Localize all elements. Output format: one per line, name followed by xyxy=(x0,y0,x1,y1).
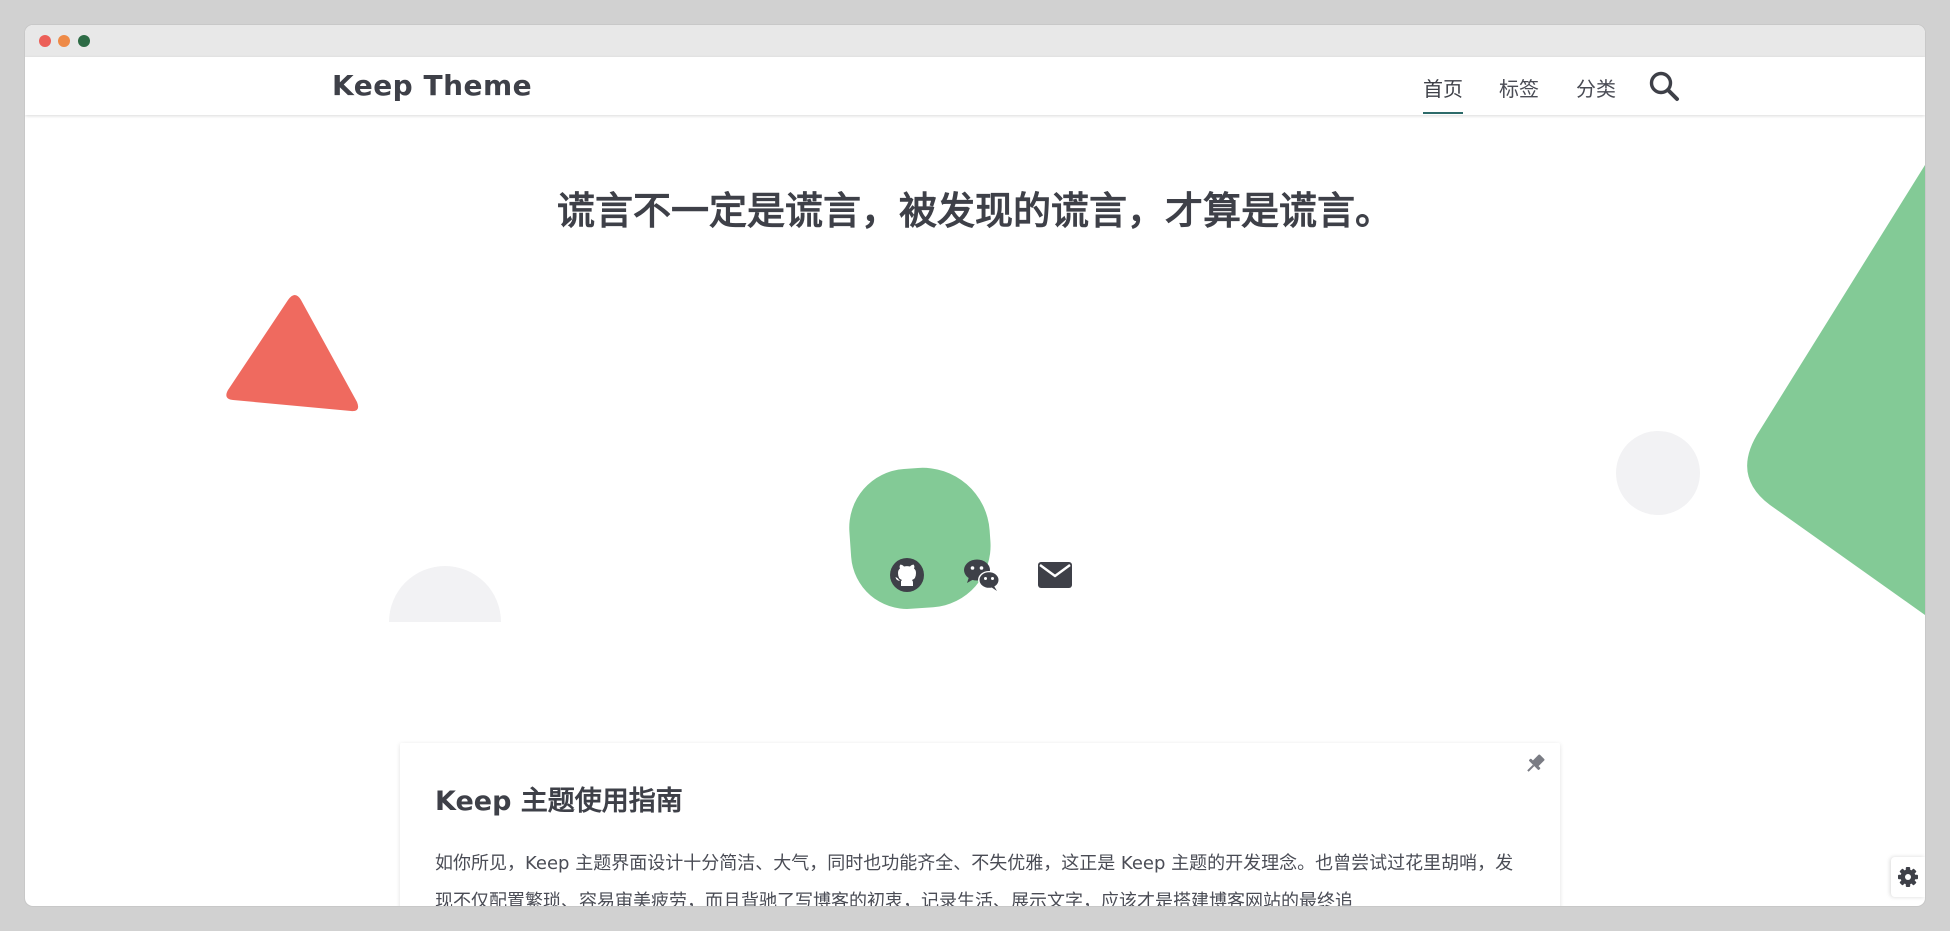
wechat-icon[interactable] xyxy=(961,555,1001,595)
post-card: Keep 主题使用指南 如你所见，Keep 主题界面设计十分简洁、大气，同时也功… xyxy=(400,743,1560,906)
github-icon[interactable] xyxy=(887,555,927,595)
browser-window: Keep Theme 首页 标签 分类 谎言不一定是谎言，被发现的谎言，才算是谎… xyxy=(25,25,1925,906)
nav-item-home[interactable]: 首页 xyxy=(1423,73,1463,114)
grey-semicircle-decoration xyxy=(389,566,501,622)
site-header: Keep Theme 首页 标签 分类 xyxy=(25,57,1925,115)
hero-quote: 谎言不一定是谎言，被发现的谎言，才算是谎言。 xyxy=(556,189,1393,233)
active-nav-indicator xyxy=(1423,112,1463,114)
pin-icon xyxy=(1522,751,1548,777)
post-title[interactable]: Keep 主题使用指南 xyxy=(435,779,683,818)
maximize-window-button[interactable] xyxy=(78,35,90,47)
minimize-window-button[interactable] xyxy=(58,35,70,47)
mail-icon[interactable] xyxy=(1035,555,1075,595)
nav-item-tags[interactable]: 标签 xyxy=(1499,73,1539,102)
site-title[interactable]: Keep Theme xyxy=(332,69,532,102)
settings-button[interactable] xyxy=(1891,857,1925,897)
post-excerpt: 如你所见，Keep 主题界面设计十分简洁、大气，同时也功能齐全、不失优雅，这正是… xyxy=(435,853,1514,906)
nav-item-label: 分类 xyxy=(1576,77,1616,101)
grey-circle-decoration xyxy=(1616,431,1700,515)
nav-item-categories[interactable]: 分类 xyxy=(1576,73,1616,102)
close-window-button[interactable] xyxy=(39,35,51,47)
window-titlebar xyxy=(25,25,1925,57)
red-triangle-decoration xyxy=(226,295,359,412)
gear-icon xyxy=(1898,867,1918,887)
nav-item-label: 标签 xyxy=(1499,77,1539,101)
search-icon[interactable] xyxy=(1648,70,1680,102)
nav-item-label: 首页 xyxy=(1423,77,1463,101)
